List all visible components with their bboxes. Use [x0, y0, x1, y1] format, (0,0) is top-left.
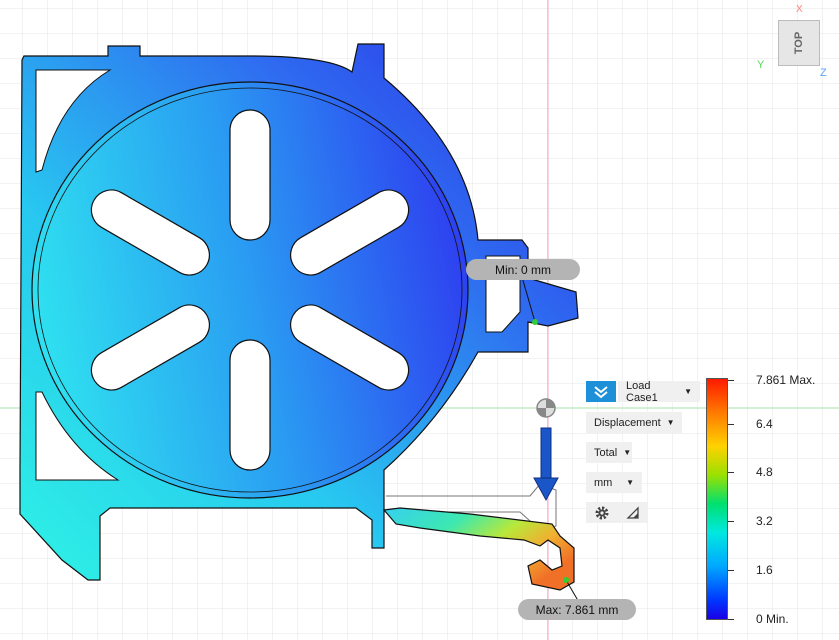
legend-settings-bar [586, 502, 648, 523]
load-case-value: Load Case1 [626, 379, 658, 404]
slot-1 [229, 109, 271, 241]
max-point [563, 577, 569, 583]
slot-4 [229, 339, 271, 471]
viewcube-face-label: TOP [792, 31, 805, 55]
load-case-toggle-button[interactable] [586, 381, 616, 402]
units-value: mm [594, 476, 613, 489]
legend-tick-label: 4.8 [756, 465, 773, 479]
legend-tick-label: 3.2 [756, 514, 773, 528]
legend-tick-label: 1.6 [756, 563, 773, 577]
legend-tick [728, 521, 734, 522]
legend-tick [728, 472, 734, 473]
viewcube[interactable]: TOP [778, 20, 820, 66]
units-dropdown[interactable]: mm ▼ [586, 472, 642, 493]
triangle-icon[interactable] [626, 505, 640, 520]
min-point [532, 319, 538, 325]
result-type-dropdown[interactable]: Displacement ▼ [586, 412, 682, 433]
legend-tick [728, 380, 734, 381]
legend-tick [728, 424, 734, 425]
component-value: Total [594, 446, 618, 459]
legend-tick [728, 570, 734, 571]
double-chevron-icon [594, 385, 608, 398]
axis-z-label: Z [820, 67, 827, 79]
color-legend-bar [706, 378, 728, 620]
load-case-dropdown[interactable]: Load Case1 ▼ [618, 379, 700, 404]
component-dropdown[interactable]: Total ▼ [586, 442, 632, 463]
legend-tick [728, 619, 734, 620]
result-type-value: Displacement [594, 416, 661, 429]
axis-y-label: Y [757, 59, 765, 71]
legend-max-label: 7.861 Max. [756, 373, 816, 387]
min-probe-label: Min: 0 mm [466, 259, 580, 280]
axis-x-label: X [796, 4, 803, 15]
probe-target-icon[interactable] [536, 398, 556, 418]
legend-min-label: 0 Min. [756, 612, 789, 626]
gear-icon[interactable] [594, 505, 610, 521]
chevron-down-icon: ▼ [623, 448, 632, 457]
max-probe-label: Max: 7.861 mm [518, 599, 636, 620]
chevron-down-icon: ▼ [666, 418, 675, 427]
legend-tick-label: 6.4 [756, 417, 773, 431]
chevron-down-icon: ▼ [684, 387, 692, 396]
chevron-down-icon: ▼ [626, 478, 634, 487]
